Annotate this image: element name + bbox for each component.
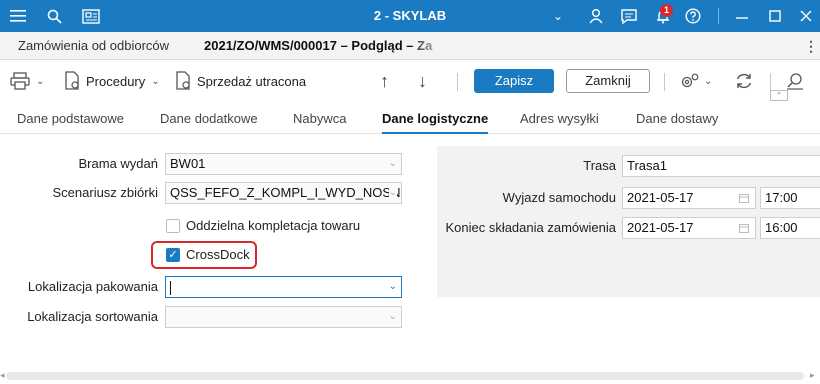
search-filter-icon[interactable] <box>786 60 804 102</box>
tab-buyer[interactable]: Nabywca <box>293 104 346 134</box>
chevron-down-icon: ⌄ <box>36 75 45 87</box>
scroll-right-icon[interactable]: ▸ <box>810 370 815 381</box>
arrow-down-icon[interactable]: ↓ <box>418 60 427 102</box>
tab-shipping-address[interactable]: Adres wysyłki <box>520 104 599 134</box>
detail-tabs: Dane podstawowe Dane dodatkowe Nabywca D… <box>0 104 820 134</box>
more-options-icon[interactable]: ⋮ <box>804 38 818 55</box>
toolbar-separator <box>770 73 771 91</box>
settings-button[interactable]: ⌄ <box>680 60 712 102</box>
lost-sale-button[interactable]: Sprzedaż utracona <box>175 60 306 102</box>
sorting-location-label: Lokalizacja sortowania <box>27 309 158 324</box>
horizontal-scrollbar[interactable] <box>6 372 804 380</box>
chevron-down-icon: ⌄ <box>388 281 397 292</box>
refresh-icon[interactable] <box>734 60 754 102</box>
save-button[interactable]: Zapisz <box>474 69 554 93</box>
crossdock-label: CrossDock <box>186 247 250 262</box>
minimize-icon[interactable] <box>734 0 750 32</box>
print-button[interactable]: ⌄ <box>10 60 44 102</box>
departure-date-field[interactable]: 2021-05-17 <box>622 187 756 209</box>
chat-icon[interactable] <box>619 0 639 32</box>
toolbar-separator <box>664 73 665 91</box>
printer-icon <box>10 72 30 90</box>
calendar-icon[interactable] <box>739 193 749 203</box>
chevron-down-icon: ⌄ <box>704 75 713 87</box>
procedures-label: Procedury <box>86 73 146 89</box>
departure-date-value: 2021-05-17 <box>627 190 694 205</box>
tab-delivery-data[interactable]: Dane dostawy <box>636 104 718 134</box>
separate-picking-checkbox[interactable] <box>166 219 180 233</box>
help-icon[interactable] <box>683 0 703 32</box>
text-cursor <box>170 280 171 295</box>
route-field[interactable]: Trasa1 <box>622 155 820 177</box>
title-separator <box>718 8 719 24</box>
arrow-up-icon[interactable]: ↑ <box>380 60 389 102</box>
user-icon[interactable] <box>587 0 605 32</box>
close-icon[interactable] <box>798 0 814 32</box>
collapse-toolbar-icon[interactable]: ⌃ <box>770 90 788 101</box>
route-label: Trasa <box>583 158 616 173</box>
packing-location-select[interactable]: ⌄ <box>165 276 402 298</box>
checkmark-icon: ✓ <box>168 249 178 261</box>
chevron-down-icon[interactable]: ⌄ <box>550 0 566 32</box>
crossdock-checkbox[interactable]: ✓ <box>166 248 180 262</box>
chevron-down-icon: ⌄ <box>388 158 397 169</box>
gate-label: Brama wydań <box>78 156 158 171</box>
toolbar-separator <box>457 73 458 91</box>
doc-tab-orders[interactable]: Zamówienia od odbiorców <box>18 32 169 60</box>
lost-sale-label: Sprzedaż utracona <box>197 73 307 89</box>
order-end-time-field[interactable]: 16:00 <box>760 217 820 239</box>
departure-label: Wyjazd samochodu <box>502 190 616 205</box>
document-gear-icon <box>65 71 79 90</box>
maximize-icon[interactable] <box>767 0 783 32</box>
chevron-down-icon: ⌄ <box>151 75 160 87</box>
procedures-button[interactable]: Procedury ⌄ <box>64 60 160 102</box>
scenario-value: QSS_FEFO_Z_KOMPL_I_WYD_NOSN <box>170 185 401 200</box>
scenario-select[interactable]: QSS_FEFO_Z_KOMPL_I_WYD_NOSN ⌄ <box>165 182 402 204</box>
tab-additional-data[interactable]: Dane dodatkowe <box>160 104 258 134</box>
gate-select[interactable]: BW01 ⌄ <box>165 153 402 175</box>
document-icon <box>176 71 190 90</box>
notification-badge: 1 <box>660 4 673 17</box>
sorting-location-select[interactable]: ⌄ <box>165 306 402 328</box>
separate-picking-label: Oddzielna kompletacja towaru <box>186 218 361 233</box>
order-end-date-field[interactable]: 2021-05-17 <box>622 217 756 239</box>
calendar-icon[interactable] <box>739 223 749 233</box>
scenario-label: Scenariusz zbiórki <box>52 185 159 200</box>
chevron-down-icon: ⌄ <box>388 311 397 322</box>
gate-value: BW01 <box>170 156 206 171</box>
toolbar: ⌄ Procedury ⌄ Sprzedaż utracona ↑ ↓ Zapi… <box>0 60 820 102</box>
title-bar: 2 - SKYLAB ⌄ 1 <box>0 0 820 32</box>
chevron-down-icon: ⌄ <box>388 183 397 203</box>
packing-location-label: Lokalizacja pakowania <box>27 279 158 294</box>
tab-logistics-data[interactable]: Dane logistyczne <box>382 104 489 134</box>
departure-time-field[interactable]: 17:00 <box>760 187 820 209</box>
document-tabs: Zamówienia od odbiorców 2021/ZO/WMS/0000… <box>0 32 820 60</box>
doc-tab-order-preview[interactable]: 2021/ZO/WMS/000017 – Podgląd – Za <box>204 32 446 60</box>
close-button[interactable]: Zamknij <box>566 69 650 93</box>
scroll-left-icon[interactable]: ◂ <box>0 370 5 381</box>
tab-basic-data[interactable]: Dane podstawowe <box>17 104 124 134</box>
order-end-date-value: 2021-05-17 <box>627 220 694 235</box>
gears-icon <box>681 73 699 88</box>
order-end-label: Koniec składania zamówienia <box>445 220 616 235</box>
